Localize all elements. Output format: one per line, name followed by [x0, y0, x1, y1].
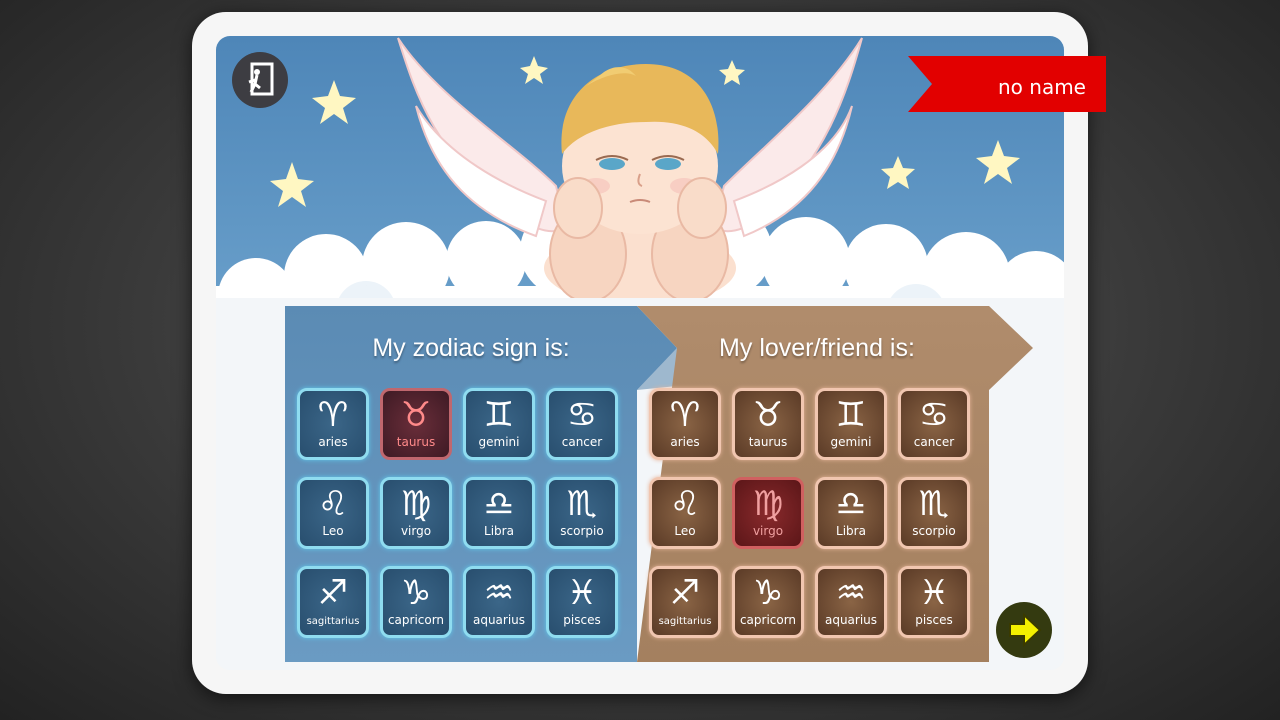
exit-button[interactable]	[232, 52, 288, 108]
my-sign-tile-cancer[interactable]: ♋ cancer	[546, 388, 618, 460]
libra-symbol-icon: ♎	[483, 484, 515, 524]
lover-sign-tile-gemini[interactable]: ♊ gemini	[815, 388, 887, 460]
gemini-symbol-icon: ♊	[835, 395, 867, 435]
sign-label: pisces	[915, 613, 953, 627]
aries-symbol-icon: ♈	[317, 395, 349, 435]
sign-label: virgo	[752, 524, 784, 538]
virgo-symbol-icon: ♍	[752, 484, 784, 524]
my-sign-tile-leo[interactable]: ♌ Leo	[297, 477, 369, 549]
sign-label: capricorn	[739, 613, 797, 627]
lover-sign-tile-capricorn[interactable]: ♑ capricorn	[732, 566, 804, 638]
sign-label: capricorn	[387, 613, 445, 627]
scorpio-symbol-icon: ♏	[566, 484, 598, 524]
sign-label: Leo	[674, 524, 696, 538]
sagittarius-symbol-icon: ♐	[669, 573, 701, 613]
lover-sign-tile-leo[interactable]: ♌ Leo	[649, 477, 721, 549]
leo-symbol-icon: ♌	[317, 484, 349, 524]
exit-door-icon	[248, 62, 274, 96]
capricorn-symbol-icon: ♑	[752, 573, 784, 613]
my-sign-tile-gemini[interactable]: ♊ gemini	[463, 388, 535, 460]
player-name-ribbon[interactable]: no name	[908, 56, 1106, 112]
lover-sign-tile-taurus[interactable]: ♉ taurus	[732, 388, 804, 460]
sign-label: Libra	[836, 524, 866, 538]
next-button[interactable]	[996, 602, 1052, 658]
my-sign-tile-aries[interactable]: ♈ aries	[297, 388, 369, 460]
lover-sign-tile-pisces[interactable]: ♓ pisces	[898, 566, 970, 638]
my-sign-tile-libra[interactable]: ♎ Libra	[463, 477, 535, 549]
sign-label: cancer	[561, 435, 603, 449]
sign-label: aries	[318, 435, 348, 449]
sign-label: taurus	[396, 435, 436, 449]
sign-label: sagittarius	[306, 616, 360, 627]
lover-sign-title: My lover/friend is:	[719, 334, 915, 362]
scorpio-symbol-icon: ♏	[918, 484, 950, 524]
gemini-symbol-icon: ♊	[483, 395, 515, 435]
my-sign-tile-pisces[interactable]: ♓ pisces	[546, 566, 618, 638]
aquarius-symbol-icon: ♒	[483, 573, 515, 613]
my-sign-tile-scorpio[interactable]: ♏ scorpio	[546, 477, 618, 549]
my-sign-tile-sagittarius[interactable]: ♐ sagittarius	[297, 566, 369, 638]
sign-label: gemini	[478, 435, 520, 449]
leo-symbol-icon: ♌	[669, 484, 701, 524]
sign-label: Leo	[322, 524, 344, 538]
lover-sign-panel: My lover/friend is: ♈ aries ♉ taurus ♊ gemini…	[637, 306, 1033, 662]
arrow-right-icon	[1009, 612, 1042, 648]
aries-symbol-icon: ♈	[669, 395, 701, 435]
angel-child	[544, 64, 736, 306]
sign-label: taurus	[748, 435, 788, 449]
my-sign-tile-taurus[interactable]: ♉ taurus	[380, 388, 452, 460]
sagittarius-symbol-icon: ♐	[317, 573, 349, 613]
sign-label: virgo	[400, 524, 432, 538]
sign-label: gemini	[830, 435, 872, 449]
taurus-symbol-icon: ♉	[400, 395, 432, 435]
my-sign-tile-virgo[interactable]: ♍ virgo	[380, 477, 452, 549]
sign-label: aquarius	[824, 613, 878, 627]
lover-sign-tile-virgo[interactable]: ♍ virgo	[732, 477, 804, 549]
sign-label: sagittarius	[658, 616, 712, 627]
pisces-symbol-icon: ♓	[566, 573, 598, 613]
aquarius-symbol-icon: ♒	[835, 573, 867, 613]
libra-symbol-icon: ♎	[835, 484, 867, 524]
sign-label: aries	[670, 435, 700, 449]
lover-sign-tile-aquarius[interactable]: ♒ aquarius	[815, 566, 887, 638]
cancer-symbol-icon: ♋	[918, 395, 950, 435]
taurus-symbol-icon: ♉	[752, 395, 784, 435]
sign-label: Libra	[484, 524, 514, 538]
lover-sign-tile-scorpio[interactable]: ♏ scorpio	[898, 477, 970, 549]
lover-sign-tile-sagittarius[interactable]: ♐ sagittarius	[649, 566, 721, 638]
my-sign-tile-aquarius[interactable]: ♒ aquarius	[463, 566, 535, 638]
sign-label: pisces	[563, 613, 601, 627]
sign-label: cancer	[913, 435, 955, 449]
lover-sign-tile-cancer[interactable]: ♋ cancer	[898, 388, 970, 460]
sign-label: aquarius	[472, 613, 526, 627]
sign-label: scorpio	[912, 524, 956, 538]
lover-sign-tile-aries[interactable]: ♈ aries	[649, 388, 721, 460]
lover-sign-tile-libra[interactable]: ♎ Libra	[815, 477, 887, 549]
player-name: no name	[998, 75, 1086, 99]
my-sign-title: My zodiac sign is:	[372, 334, 570, 362]
cancer-symbol-icon: ♋	[566, 395, 598, 435]
virgo-symbol-icon: ♍	[400, 484, 432, 524]
capricorn-symbol-icon: ♑	[400, 573, 432, 613]
my-sign-tile-capricorn[interactable]: ♑ capricorn	[380, 566, 452, 638]
pisces-symbol-icon: ♓	[918, 573, 950, 613]
sign-label: scorpio	[560, 524, 604, 538]
